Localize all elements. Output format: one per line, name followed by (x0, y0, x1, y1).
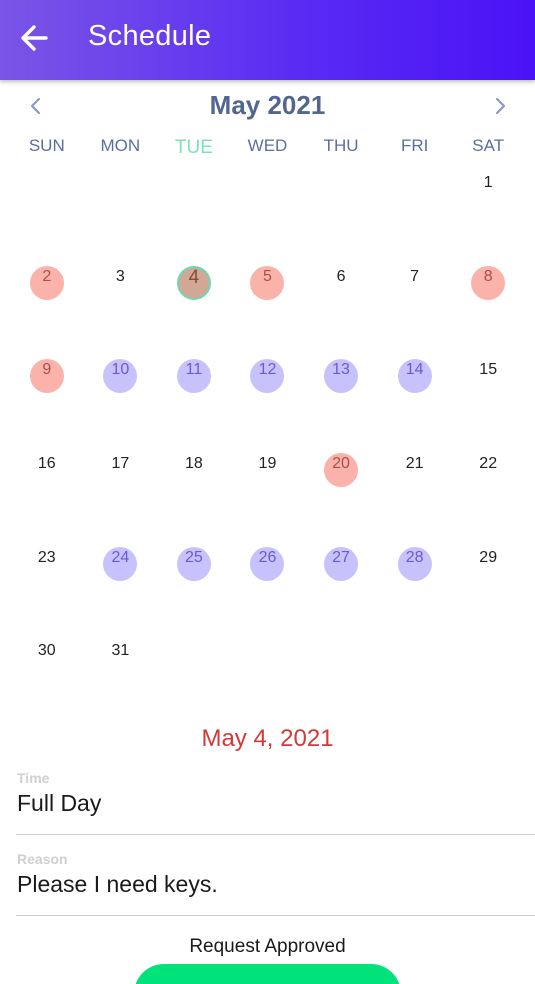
divider (16, 834, 535, 835)
day-cell[interactable]: 7 (378, 254, 452, 348)
reason-field: Reason Please I need keys. (17, 851, 535, 898)
day-number: 2 (42, 267, 52, 285)
day-cell[interactable]: 3 (84, 254, 158, 348)
day-number: 15 (479, 361, 498, 379)
month-title: May 2021 (209, 90, 326, 120)
day-cell[interactable]: 28 (378, 535, 452, 629)
day-cell[interactable]: 25 (157, 535, 231, 629)
day-cell[interactable]: 14 (378, 347, 452, 441)
day-number: 27 (332, 548, 350, 566)
day-number: 29 (479, 548, 498, 566)
back-button[interactable] (14, 20, 54, 56)
day-cell[interactable]: 13 (304, 347, 378, 441)
day-number: 6 (336, 267, 346, 285)
day-number: 25 (185, 548, 203, 566)
day-cell[interactable]: 16 (10, 441, 84, 535)
empty-day-cell (10, 160, 84, 254)
day-cell[interactable]: 20 (304, 441, 378, 535)
day-number: 4 (188, 266, 200, 288)
calendar-grid: 1 2 3 4 5 6 7 8 9 10 11 12 13 14 15 16 17 18 19 20 21 22 23 24 2… (10, 160, 525, 722)
day-cell[interactable]: 31 (84, 628, 158, 722)
day-number: 5 (263, 267, 272, 285)
day-number: 16 (37, 455, 56, 473)
divider (16, 915, 535, 916)
time-value: Full Day (17, 790, 102, 816)
day-number: 26 (258, 548, 277, 566)
weekday-label-today: TUE (174, 137, 213, 158)
reason-label: Reason (17, 851, 68, 867)
day-number: 21 (405, 455, 424, 473)
empty-day-cell (231, 160, 305, 254)
empty-day-cell (157, 160, 231, 254)
app-bar: Schedule (0, 0, 535, 80)
day-number: 14 (405, 361, 424, 379)
day-number: 18 (185, 455, 203, 473)
day-number: 31 (111, 642, 130, 660)
day-number: 11 (185, 361, 203, 379)
selected-date: May 4, 2021 (201, 725, 334, 752)
day-cell[interactable]: 9 (10, 347, 84, 441)
time-label: Time (17, 770, 50, 786)
day-number: 24 (111, 548, 130, 566)
day-cell[interactable]: 11 (157, 347, 231, 441)
day-cell[interactable]: 30 (10, 628, 84, 722)
primary-action-button[interactable] (134, 964, 401, 984)
weekday-header: SUN MON TUE WED THU FRI SAT (10, 136, 525, 159)
day-cell[interactable]: 23 (10, 535, 84, 629)
weekday-label: THU (323, 136, 359, 155)
weekday-label: SUN (28, 136, 65, 155)
day-number: 13 (332, 361, 350, 379)
page-title: Schedule (88, 20, 212, 52)
day-cell[interactable]: 27 (304, 535, 378, 629)
day-number: 1 (483, 174, 493, 191)
day-cell[interactable]: 19 (231, 441, 305, 535)
day-number: 7 (410, 267, 420, 285)
day-cell[interactable]: 2 (10, 254, 84, 348)
chevron-right-icon (495, 97, 506, 115)
day-cell[interactable]: 1 (451, 160, 525, 254)
weekday-label: MON (100, 136, 141, 155)
empty-day-cell (84, 160, 158, 254)
day-cell[interactable]: 5 (231, 254, 305, 348)
day-number: 23 (37, 548, 56, 566)
day-number: 20 (332, 455, 350, 473)
arrow-left-icon (21, 25, 48, 51)
day-cell[interactable]: 12 (231, 347, 305, 441)
day-cell[interactable]: 6 (304, 254, 378, 348)
day-cell[interactable]: 24 (84, 535, 158, 629)
day-cell[interactable]: 18 (157, 441, 231, 535)
day-number: 30 (37, 642, 56, 660)
day-number: 9 (42, 361, 52, 379)
day-cell[interactable]: 8 (451, 254, 525, 348)
day-number: 19 (258, 455, 277, 473)
weekday-label: WED (247, 136, 288, 155)
day-cell[interactable]: 22 (451, 441, 525, 535)
day-number: 17 (111, 455, 130, 473)
day-cell[interactable]: 4 (157, 254, 231, 348)
day-cell[interactable]: 21 (378, 441, 452, 535)
day-cell[interactable]: 10 (84, 347, 158, 441)
day-number: 3 (115, 267, 125, 285)
reason-value: Please I need keys. (17, 871, 218, 897)
empty-day-cell (304, 160, 378, 254)
day-cell[interactable]: 15 (451, 347, 525, 441)
day-number: 10 (111, 361, 130, 379)
calendar-header: May 2021 (0, 84, 535, 128)
weekday-label: SAT (472, 136, 505, 155)
day-number: 22 (479, 455, 498, 473)
day-cell[interactable]: 17 (84, 441, 158, 535)
time-field: Time Full Day (17, 770, 535, 817)
day-cell[interactable]: 29 (451, 535, 525, 629)
day-cell[interactable]: 26 (231, 535, 305, 629)
day-number: 8 (483, 267, 493, 285)
weekday-label: FRI (400, 136, 429, 155)
day-number: 12 (258, 361, 277, 379)
empty-day-cell (378, 160, 452, 254)
day-number: 28 (405, 548, 424, 566)
request-status: Request Approved (189, 936, 346, 957)
next-month-button[interactable] (486, 92, 514, 120)
